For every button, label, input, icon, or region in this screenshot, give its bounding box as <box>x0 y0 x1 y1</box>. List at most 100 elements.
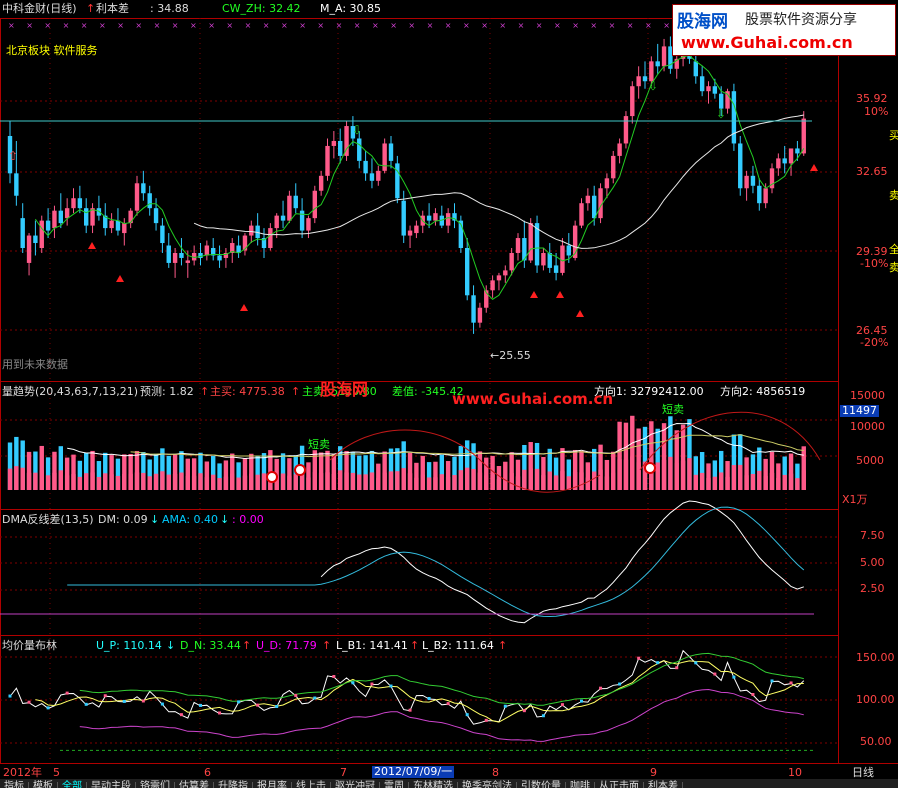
top-mark-1: × <box>26 21 33 30</box>
vol-bar-base-83 <box>534 468 540 490</box>
candle-body-3 <box>26 235 32 263</box>
top-mark-0: × <box>8 21 15 30</box>
vol-bar-base-57 <box>369 472 375 490</box>
candle-body-49 <box>318 175 324 191</box>
boll-up: U_P: 110.14 <box>96 639 162 652</box>
vol-bar-base-91 <box>585 477 591 490</box>
tab-1[interactable]: 模板 <box>29 782 58 788</box>
vol-bar-base-55 <box>357 474 362 490</box>
vol-bar-base-2 <box>20 467 25 490</box>
date-month-6: 6 <box>204 766 211 779</box>
boll-dot-54 <box>351 681 355 685</box>
candle-body-51 <box>331 140 337 146</box>
top-mark-8: × <box>154 21 161 30</box>
watermark-cn: 股海网 <box>320 380 369 399</box>
vol-bar-base-71 <box>458 470 464 490</box>
vol-bar-base-33 <box>217 478 222 490</box>
tab-14[interactable]: 咖啡 <box>566 782 595 788</box>
indicator-tab-bar: 指标 模板 全部 早动主段 铬需们 估算差 升降指 报月率 线上击 驱光冲冠 雷周 东林精选 换季亮剑法… <box>0 779 898 788</box>
candle-body-41 <box>268 228 273 248</box>
tab-7[interactable]: 报月率 <box>253 782 292 788</box>
vol-bar-base-104 <box>668 456 673 490</box>
tab-6[interactable]: 升降指 <box>214 782 253 788</box>
vol-bar-base-25 <box>166 474 171 490</box>
signal-arrow-0: ⇧ <box>8 149 18 163</box>
candle-body-84 <box>541 252 546 266</box>
tab-3[interactable]: 早动主段 <box>87 782 136 788</box>
boll-dot-57 <box>370 682 374 686</box>
candle-body-79 <box>509 252 514 271</box>
vol-bar-base-49 <box>318 473 324 490</box>
tab-9[interactable]: 驱光冲冠 <box>331 782 380 788</box>
candle-body-38 <box>249 225 254 236</box>
tab-15[interactable]: 从正击面 <box>595 782 644 788</box>
vol-bar-base-75 <box>484 475 489 490</box>
candle-body-111 <box>712 86 718 94</box>
vol-bar-base-23 <box>153 473 159 490</box>
candle-body-64 <box>414 225 419 234</box>
candle-body-17 <box>115 220 121 231</box>
dma-dm: DM: 0.09 <box>98 513 148 526</box>
boll-dot-93 <box>599 686 603 690</box>
tab-2[interactable]: 全部 <box>58 782 87 788</box>
vol-dir2: 方向2: 4856519 <box>720 385 806 398</box>
vol-bar-base-14 <box>96 476 102 490</box>
top-mark-4: × <box>81 21 88 30</box>
vol-bar-base-74 <box>477 472 483 490</box>
candle-body-121 <box>776 158 781 169</box>
tab-0[interactable]: 指标 <box>0 782 29 788</box>
vol-bar-base-122 <box>782 474 787 490</box>
boll-tick-2: 100.00 <box>856 693 895 706</box>
vol-bar-base-28 <box>185 475 190 490</box>
candle-body-74 <box>477 307 483 323</box>
candle-body-72 <box>465 248 470 296</box>
top-mark-7: × <box>135 21 142 30</box>
vol-bar-base-38 <box>249 473 254 490</box>
candle-body-125 <box>801 118 806 154</box>
tab-10[interactable]: 雷周 <box>380 782 409 788</box>
logo-tagline: 股票软件资源分享 <box>745 12 857 28</box>
boll-dot-123 <box>789 681 793 685</box>
tab-11[interactable]: 东林精选 <box>409 782 458 788</box>
vol-bar-base-111 <box>712 476 718 490</box>
indicator-name: 利本差 <box>96 2 129 15</box>
tab-16[interactable]: 利本差 <box>644 782 683 788</box>
vol-bar-base-11 <box>77 476 83 490</box>
candle-body-33 <box>217 255 222 261</box>
vol-bar-base-66 <box>426 477 432 490</box>
vol-bar-base-94 <box>604 476 610 490</box>
boll-dot-0 <box>8 694 12 698</box>
cursor-date: 2012/07/09/一 <box>372 765 455 778</box>
boll-dot-3 <box>27 700 31 704</box>
candle-body-50 <box>325 145 330 176</box>
tab-8[interactable]: 线上击 <box>292 782 331 788</box>
price-tick-pct-2: -10% <box>860 257 889 270</box>
tab-13[interactable]: 引数价量 <box>517 782 566 788</box>
vol-bar-base-35 <box>230 473 235 490</box>
boll-dot-63 <box>408 708 412 712</box>
vol-bar-base-48 <box>312 472 317 490</box>
period-label[interactable]: 日线 <box>852 767 874 779</box>
candle-body-58 <box>376 170 381 181</box>
dma-title: DMA反线差(13,5) <box>2 513 94 526</box>
vol-current-badge: 11497 <box>840 404 879 417</box>
candle-body-43 <box>280 215 286 221</box>
buy-triangle-4 <box>556 291 564 298</box>
boll-dot-87 <box>560 703 564 707</box>
candle-body-7 <box>52 210 57 229</box>
vol-bar-base-88 <box>566 476 571 490</box>
candle-body-45 <box>293 195 298 209</box>
tab-5[interactable]: 估算差 <box>175 782 214 788</box>
vol-bar-base-58 <box>376 478 381 490</box>
candle-body-6 <box>45 220 51 231</box>
top-mark-15: × <box>281 21 288 30</box>
vol-bar-base-50 <box>325 472 330 490</box>
vol-bar-base-60 <box>388 471 394 490</box>
candle-body-95 <box>611 155 616 179</box>
tab-4[interactable]: 铬需们 <box>136 782 175 788</box>
vol-bar-base-19 <box>128 473 133 490</box>
vol-bar-base-21 <box>141 472 146 490</box>
tab-12[interactable]: 换季亮剑法 <box>458 782 517 788</box>
candle-body-14 <box>96 208 102 216</box>
vol-bar-base-56 <box>363 474 368 490</box>
